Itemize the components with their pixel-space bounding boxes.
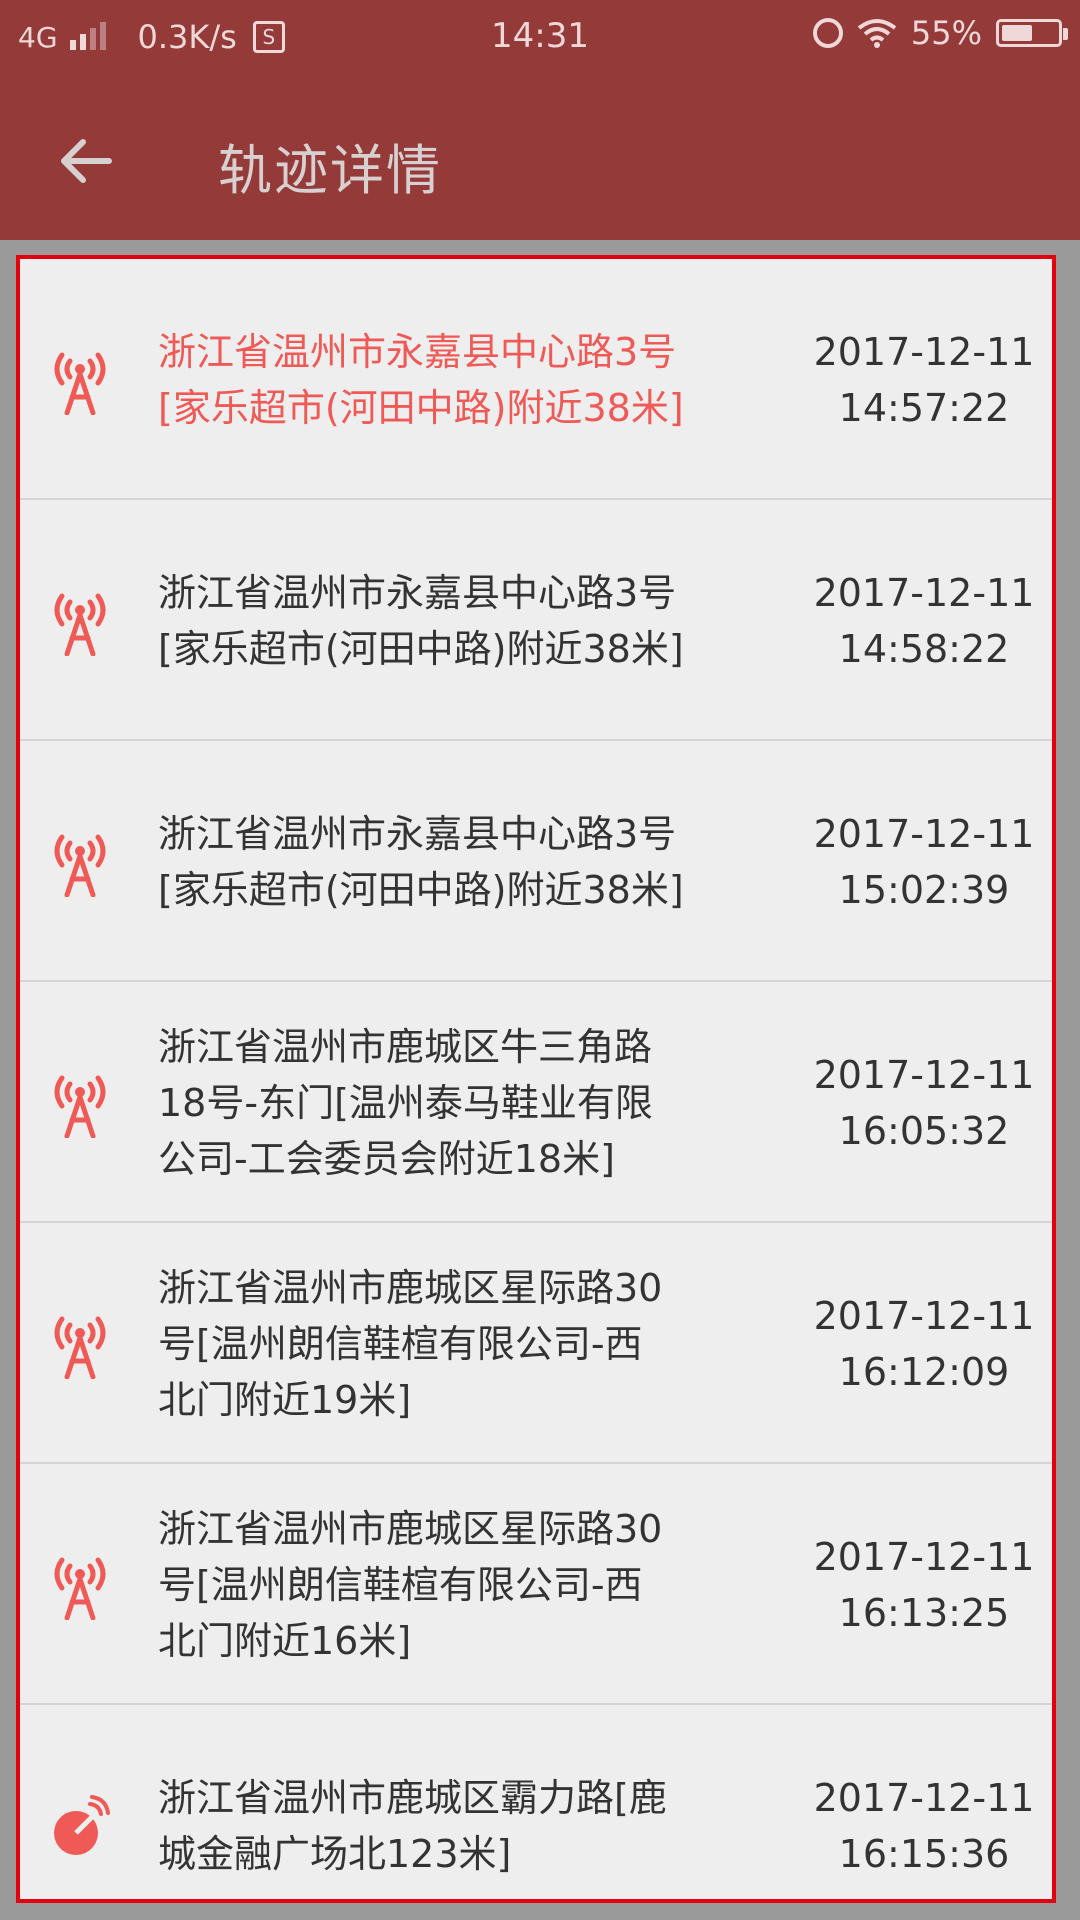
record-address-line: 号[温州朗信鞋楦有限公司-西: [158, 1563, 643, 1607]
signal-tower-icon: [48, 1550, 112, 1621]
signal-tower-icon: [48, 827, 112, 898]
record-date: 2017-12-11: [813, 1535, 1035, 1579]
record-time: 15:02:39: [838, 868, 1010, 912]
record-timestamp: 2017-12-11 16:05:32: [804, 1047, 1044, 1159]
record-address-line: [家乐超市(河田中路)附近38米]: [158, 386, 684, 430]
record-address-line: 浙江省温州市永嘉县中心路3号: [158, 330, 677, 374]
track-record-list[interactable]: 浙江省温州市永嘉县中心路3号 [家乐超市(河田中路)附近38米] 2017-12-1…: [16, 255, 1056, 1903]
alarm-icon: [812, 18, 843, 48]
signal-tower-icon: [48, 586, 112, 657]
record-timestamp: 2017-12-11 16:12:09: [804, 1288, 1044, 1400]
track-record-row[interactable]: 浙江省温州市永嘉县中心路3号 [家乐超市(河田中路)附近38米] 2017-12-1…: [20, 259, 1052, 500]
app-bar: 轨迹详情: [0, 80, 1080, 240]
record-address-line: 浙江省温州市鹿城区星际路30: [158, 1507, 663, 1551]
record-address-line: 北门附近19米]: [158, 1378, 412, 1422]
record-address-line: 浙江省温州市永嘉县中心路3号: [158, 812, 677, 856]
record-date: 2017-12-11: [813, 812, 1035, 856]
record-time: 16:05:32: [838, 1109, 1010, 1153]
record-time: 14:58:22: [838, 627, 1010, 671]
record-address: 浙江省温州市永嘉县中心路3号 [家乐超市(河田中路)附近38米]: [158, 565, 728, 677]
record-address-line: 公司-工会委员会附近18米]: [158, 1137, 615, 1181]
record-time: 16:12:09: [838, 1350, 1010, 1394]
back-button[interactable]: [50, 126, 120, 196]
status-bar: 4G 0.3K/s S 14:31 55%: [0, 0, 1080, 80]
record-address-line: 号[温州朗信鞋楦有限公司-西: [158, 1322, 643, 1366]
track-record-row[interactable]: 浙江省温州市永嘉县中心路3号 [家乐超市(河田中路)附近38米] 2017-12-1…: [20, 500, 1052, 741]
track-record-row[interactable]: 浙江省温州市鹿城区霸力路[鹿 城金融广场北123米] 2017-12-11 16:15…: [20, 1705, 1052, 1899]
status-right: 55%: [812, 14, 1068, 52]
record-date: 2017-12-11: [813, 1294, 1035, 1338]
record-address-line: 城金融广场北123米]: [158, 1832, 512, 1876]
record-address-line: 浙江省温州市鹿城区牛三角路: [158, 1025, 653, 1069]
battery-percent: 55%: [910, 14, 982, 52]
record-timestamp: 2017-12-11 16:15:36: [804, 1770, 1044, 1882]
track-record-row[interactable]: 浙江省温州市鹿城区牛三角路 18号-东门[温州泰马鞋业有限 公司-工会委员会附近18…: [20, 982, 1052, 1223]
signal-tower-icon: [48, 1068, 112, 1139]
record-address: 浙江省温州市鹿城区星际路30 号[温州朗信鞋楦有限公司-西 北门附近19米]: [158, 1260, 728, 1428]
record-date: 2017-12-11: [813, 1776, 1035, 1820]
record-time: 16:15:36: [838, 1832, 1010, 1876]
battery-level: [1002, 25, 1032, 41]
record-date: 2017-12-11: [813, 1053, 1035, 1097]
track-record-row[interactable]: 浙江省温州市永嘉县中心路3号 [家乐超市(河田中路)附近38米] 2017-12-1…: [20, 741, 1052, 982]
record-address: 浙江省温州市永嘉县中心路3号 [家乐超市(河田中路)附近38米]: [158, 806, 728, 918]
record-date: 2017-12-11: [813, 571, 1035, 615]
record-date: 2017-12-11: [813, 330, 1035, 374]
record-timestamp: 2017-12-11 16:13:25: [804, 1529, 1044, 1641]
battery-icon: [996, 19, 1068, 47]
signal-tower-icon: [48, 1309, 112, 1380]
record-address-line: 浙江省温州市永嘉县中心路3号: [158, 571, 677, 615]
record-address: 浙江省温州市鹿城区星际路30 号[温州朗信鞋楦有限公司-西 北门附近16米]: [158, 1501, 728, 1669]
record-timestamp: 2017-12-11 14:57:22: [804, 324, 1044, 436]
record-timestamp: 2017-12-11 15:02:39: [804, 806, 1044, 918]
record-address-line: [家乐超市(河田中路)附近38米]: [158, 627, 684, 671]
record-address-line: 浙江省温州市鹿城区星际路30: [158, 1266, 663, 1310]
wifi-icon: [857, 19, 897, 48]
record-address: 浙江省温州市鹿城区牛三角路 18号-东门[温州泰马鞋业有限 公司-工会委员会附近18…: [158, 1019, 728, 1187]
page-title: 轨迹详情: [218, 139, 442, 202]
arrow-left-icon: [61, 139, 112, 183]
record-time: 16:13:25: [838, 1591, 1010, 1635]
record-address: 浙江省温州市永嘉县中心路3号 [家乐超市(河田中路)附近38米]: [158, 324, 728, 436]
track-record-row[interactable]: 浙江省温州市鹿城区星际路30 号[温州朗信鞋楦有限公司-西 北门附近19米] 2017…: [20, 1223, 1052, 1464]
satellite-dish-icon: [48, 1791, 112, 1861]
record-address: 浙江省温州市鹿城区霸力路[鹿 城金融广场北123米]: [158, 1770, 728, 1882]
track-record-row[interactable]: 浙江省温州市鹿城区星际路30 号[温州朗信鞋楦有限公司-西 北门附近16米] 2017…: [20, 1464, 1052, 1705]
record-time: 14:57:22: [838, 386, 1010, 430]
signal-tower-icon: [48, 345, 112, 416]
record-timestamp: 2017-12-11 14:58:22: [804, 565, 1044, 677]
record-address-line: 18号-东门[温州泰马鞋业有限: [158, 1081, 653, 1125]
record-address-line: [家乐超市(河田中路)附近38米]: [158, 868, 684, 912]
record-address-line: 北门附近16米]: [158, 1619, 412, 1663]
record-address-line: 浙江省温州市鹿城区霸力路[鹿: [158, 1776, 667, 1820]
